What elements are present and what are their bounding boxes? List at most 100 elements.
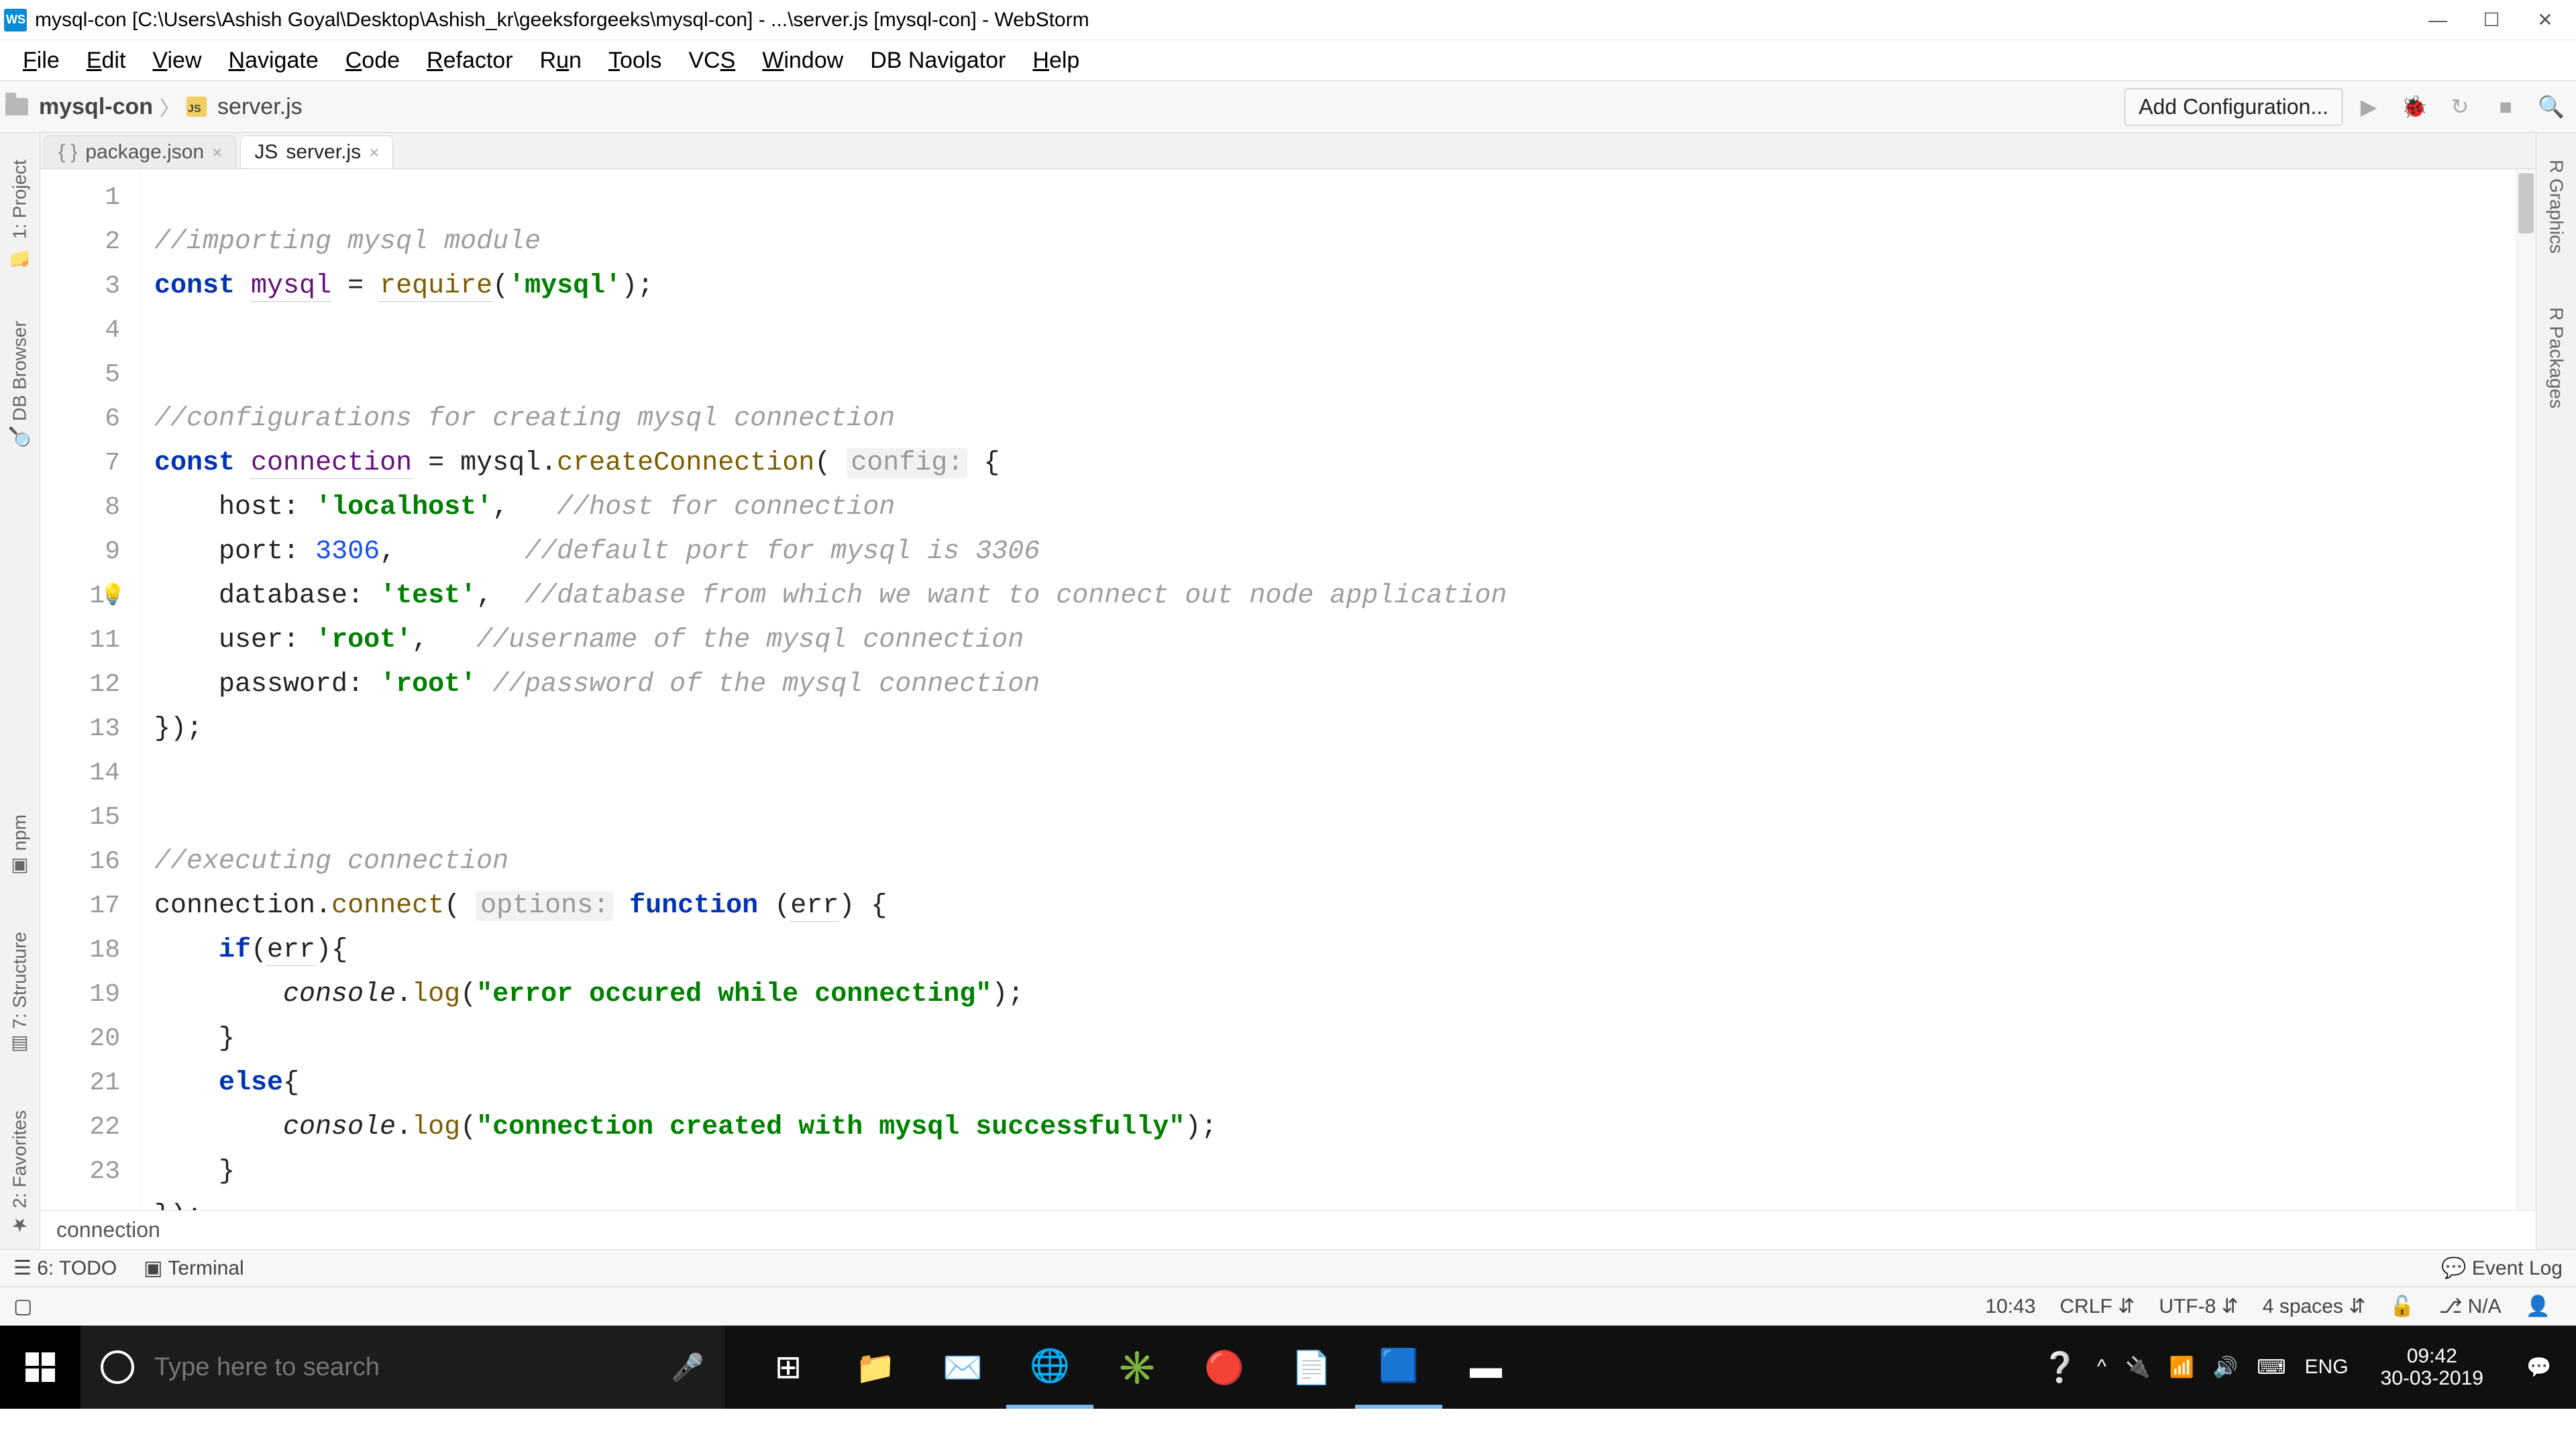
tab-project[interactable]: 📁 1: Project <box>9 146 31 280</box>
tab-favorites[interactable]: ★ 2: Favorites <box>9 1097 31 1249</box>
status-git-branch[interactable]: ⎇ N/A <box>2427 1295 2514 1318</box>
keyboard-icon[interactable]: ⌨ <box>2257 1356 2286 1379</box>
tab-label: package.json <box>85 141 204 164</box>
cortana-icon[interactable] <box>101 1350 134 1384</box>
tab-npm[interactable]: ▣ npm <box>9 801 31 892</box>
line-number: 8 <box>40 486 120 530</box>
stop-button[interactable]: ■ <box>2486 87 2525 126</box>
tab-db-browser[interactable]: 🔍 DB Browser <box>9 307 31 463</box>
taskbar-search-input[interactable] <box>154 1353 651 1382</box>
debug-button[interactable]: 🐞 <box>2395 87 2434 126</box>
terminal-taskbar-button[interactable]: ▬ <box>1442 1326 1529 1409</box>
status-lock-icon[interactable]: 🔓 <box>2377 1295 2426 1318</box>
chrome-button[interactable]: 🌐 <box>1006 1326 1093 1409</box>
clock-time: 09:42 <box>2381 1345 2483 1367</box>
breadcrumb: mysql-con 〉 JS server.js <box>5 92 303 121</box>
line-number: 💡10 <box>40 574 120 619</box>
opera-button[interactable]: 🔴 <box>1181 1326 1268 1409</box>
menu-dbnav[interactable]: DB Navigator <box>857 44 1019 78</box>
clock-date: 30-03-2019 <box>2381 1367 2483 1389</box>
windows-icon <box>24 1351 56 1383</box>
line-number: 13 <box>40 707 120 751</box>
status-line-sep[interactable]: CRLF ⇵ <box>2047 1295 2147 1318</box>
main-area: 📁 1: Project 🔍 DB Browser ▣ npm ▤ 7: Str… <box>0 133 2576 1249</box>
volume-icon[interactable]: 🔊 <box>2213 1356 2238 1379</box>
editor-vertical-scrollbar[interactable] <box>2516 169 2536 1210</box>
run-button[interactable]: ▶ <box>2349 87 2388 126</box>
menu-vcs[interactable]: VCS <box>675 44 749 78</box>
js-file-icon: JS <box>186 97 207 117</box>
breadcrumb-project[interactable]: mysql-con <box>39 94 153 120</box>
window-maximize-button[interactable]: ☐ <box>2465 0 2518 40</box>
webstorm-icon <box>4 9 27 32</box>
menu-code[interactable]: Code <box>332 44 413 78</box>
code-content[interactable]: //importing mysql module const mysql = r… <box>141 169 2516 1210</box>
windows-taskbar: 🎤 ⊞ 📁 ✉️ 🌐 ✳️ 🔴 📄 🟦 ▬ ❔ ^ 🔌 📶 🔊 ⌨ ENG 09… <box>0 1326 2576 1409</box>
navigation-toolbar: mysql-con 〉 JS server.js Add Configurati… <box>0 80 2576 133</box>
line-number: 18 <box>40 928 120 973</box>
tab-r-packages[interactable]: R Packages <box>2546 294 2567 422</box>
notepad-button[interactable]: 📄 <box>1268 1326 1355 1409</box>
code-editor[interactable]: 1 2 3 4 5 6 7 8 9 💡10 11 12 13 14 15 16 … <box>40 169 2536 1210</box>
line-number: 20 <box>40 1017 120 1061</box>
tab-event-log[interactable]: 💬 Event Log <box>2441 1256 2563 1280</box>
scrollbar-thumb[interactable] <box>2518 173 2534 233</box>
close-icon[interactable]: × <box>212 142 222 163</box>
webstorm-taskbar-button[interactable]: 🟦 <box>1355 1326 1442 1409</box>
language-indicator[interactable]: ENG <box>2305 1356 2349 1379</box>
task-view-button[interactable]: ⊞ <box>745 1326 832 1409</box>
tab-structure[interactable]: ▤ 7: Structure <box>9 918 31 1070</box>
close-icon[interactable]: × <box>369 142 379 163</box>
tray-chevron-icon[interactable]: ^ <box>2097 1356 2106 1379</box>
tab-r-graphics[interactable]: R Graphics <box>2546 146 2567 267</box>
menu-refactor[interactable]: Refactor <box>413 44 527 78</box>
taskbar-clock[interactable]: 09:42 30-03-2019 <box>2367 1345 2497 1389</box>
line-number: 7 <box>40 441 120 486</box>
run-with-coverage-button[interactable]: ↻ <box>2440 87 2479 126</box>
menu-file[interactable]: File <box>9 44 73 78</box>
line-number: 11 <box>40 619 120 663</box>
menu-help[interactable]: Help <box>1019 44 1093 78</box>
breadcrumb-file[interactable]: server.js <box>217 94 303 120</box>
status-inspections-icon[interactable]: 👤 <box>2514 1295 2563 1318</box>
window-close-button[interactable]: ✕ <box>2518 0 2572 40</box>
help-icon[interactable]: ❔ <box>2041 1350 2078 1385</box>
menu-view[interactable]: View <box>139 44 215 78</box>
editor-breadcrumb[interactable]: connection <box>40 1210 2536 1249</box>
tab-package-json[interactable]: { } package.json × <box>44 136 236 168</box>
battery-icon[interactable]: 🔌 <box>2125 1356 2150 1379</box>
line-number: 14 <box>40 751 120 796</box>
file-explorer-button[interactable]: 📁 <box>832 1326 919 1409</box>
status-indent[interactable]: 4 spaces ⇵ <box>2251 1295 2378 1318</box>
status-encoding[interactable]: UTF-8 ⇵ <box>2147 1295 2250 1318</box>
tab-terminal[interactable]: ▣ Terminal <box>144 1256 244 1280</box>
wifi-icon[interactable]: 📶 <box>2169 1356 2194 1379</box>
window-minimize-button[interactable]: — <box>2411 0 2465 40</box>
lightbulb-icon[interactable]: 💡 <box>101 574 125 619</box>
right-tool-tabs: R Graphics R Packages <box>2536 133 2576 1249</box>
add-configuration-button[interactable]: Add Configuration... <box>2125 89 2343 125</box>
menu-tools[interactable]: Tools <box>595 44 675 78</box>
menu-edit[interactable]: Edit <box>73 44 140 78</box>
action-center-button[interactable]: 💬 <box>2516 1356 2563 1379</box>
line-number-gutter: 1 2 3 4 5 6 7 8 9 💡10 11 12 13 14 15 16 … <box>40 169 141 1210</box>
tab-todo[interactable]: ☰ 6: TODO <box>13 1256 117 1280</box>
search-everywhere-button[interactable]: 🔍 <box>2532 87 2571 126</box>
bottom-tool-tabs: ☰ 6: TODO ▣ Terminal 💬 Event Log <box>0 1249 2576 1287</box>
menu-window[interactable]: Window <box>749 44 857 78</box>
start-button[interactable] <box>0 1326 80 1409</box>
taskbar-search[interactable]: 🎤 <box>80 1326 724 1409</box>
status-icon[interactable]: ▢ <box>13 1295 32 1318</box>
line-number: 3 <box>40 264 120 309</box>
menu-run[interactable]: Run <box>527 44 595 78</box>
mail-button[interactable]: ✉️ <box>919 1326 1006 1409</box>
editor-breadcrumb-item[interactable]: connection <box>56 1218 160 1242</box>
tab-server-js[interactable]: JS server.js × <box>240 136 393 168</box>
mic-icon[interactable]: 🎤 <box>671 1352 704 1383</box>
js-file-icon: JS <box>254 141 278 164</box>
slack-button[interactable]: ✳️ <box>1093 1326 1181 1409</box>
system-tray: ❔ ^ 🔌 📶 🔊 ⌨ ENG 09:42 30-03-2019 💬 <box>2028 1345 2576 1389</box>
menu-navigate[interactable]: Navigate <box>215 44 332 78</box>
menu-bar: File Edit View Navigate Code Refactor Ru… <box>0 40 2576 80</box>
line-number: 5 <box>40 353 120 397</box>
